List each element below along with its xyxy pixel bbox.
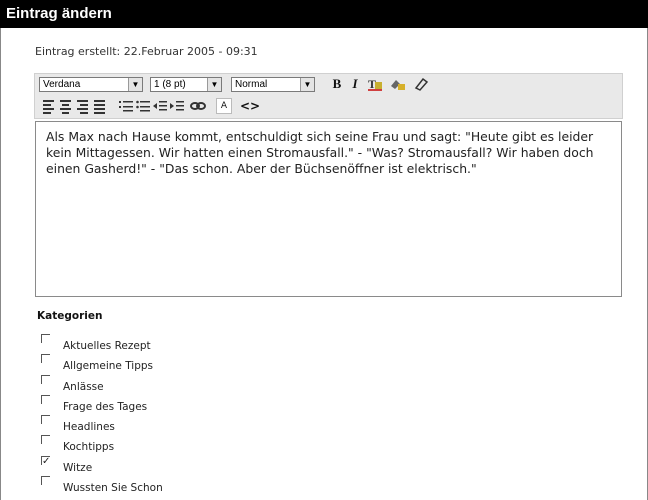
- category-checkbox[interactable]: [41, 435, 50, 445]
- category-label: Headlines: [63, 421, 115, 434]
- svg-text:T: T: [368, 77, 376, 91]
- category-checkbox[interactable]: [41, 334, 50, 343]
- font-button[interactable]: A: [216, 98, 232, 114]
- italic-button[interactable]: I: [349, 76, 361, 92]
- category-checkbox[interactable]: [41, 354, 50, 364]
- align-left-icon[interactable]: [43, 98, 55, 114]
- editor-toolbar: Verdana ▼ 1 (8 pt) ▼ Normal ▼ B I T A <>: [34, 73, 623, 119]
- window-title: Eintrag ändern: [0, 0, 648, 28]
- bullet-list-icon[interactable]: [136, 98, 150, 114]
- edit-entry-panel: Eintrag erstellt: 22.Februar 2005 - 09:3…: [0, 28, 648, 500]
- source-code-icon[interactable]: <>: [240, 98, 260, 114]
- category-checkbox-checked[interactable]: [41, 455, 50, 466]
- entry-text-editor[interactable]: Als Max nach Hause kommt, entschuldigt s…: [35, 121, 622, 297]
- indent-icon[interactable]: [170, 98, 184, 114]
- outdent-icon[interactable]: [153, 98, 167, 114]
- category-checkbox[interactable]: [41, 374, 50, 384]
- align-right-icon[interactable]: [77, 98, 89, 114]
- text-color-icon[interactable]: T: [367, 76, 383, 92]
- category-label: Kochtipps: [63, 441, 115, 454]
- align-center-icon[interactable]: [60, 98, 72, 114]
- font-family-select[interactable]: Verdana ▼: [39, 77, 143, 92]
- chevron-down-icon: ▼: [128, 78, 142, 91]
- chevron-down-icon: ▼: [207, 78, 221, 91]
- chevron-down-icon: ▼: [300, 78, 314, 91]
- category-label: Allgemeine Tipps: [63, 360, 154, 373]
- paragraph-style-value: Normal: [235, 79, 268, 90]
- highlight-icon[interactable]: [388, 76, 406, 92]
- align-justify-icon[interactable]: [94, 98, 106, 114]
- bold-button[interactable]: B: [331, 76, 343, 92]
- category-label: Witze: [63, 461, 93, 474]
- paragraph-style-select[interactable]: Normal ▼: [231, 77, 315, 92]
- eraser-icon[interactable]: [413, 76, 429, 92]
- categories-heading: Kategorien: [37, 310, 103, 322]
- link-icon[interactable]: [190, 98, 206, 114]
- category-checkbox[interactable]: [41, 415, 50, 425]
- category-label: Aktuelles Rezept: [63, 340, 151, 352]
- font-family-value: Verdana: [43, 79, 81, 90]
- category-checkbox[interactable]: [41, 476, 50, 486]
- category-label: Wussten Sie Schon: [63, 482, 163, 495]
- font-size-select[interactable]: 1 (8 pt) ▼: [150, 77, 222, 92]
- ordered-list-icon[interactable]: [119, 98, 133, 114]
- category-label: Frage des Tages: [63, 400, 148, 413]
- created-timestamp: Eintrag erstellt: 22.Februar 2005 - 09:3…: [35, 45, 258, 58]
- category-label: Anlässe: [63, 380, 104, 393]
- font-size-value: 1 (8 pt): [154, 79, 186, 90]
- category-checkbox[interactable]: [41, 394, 50, 404]
